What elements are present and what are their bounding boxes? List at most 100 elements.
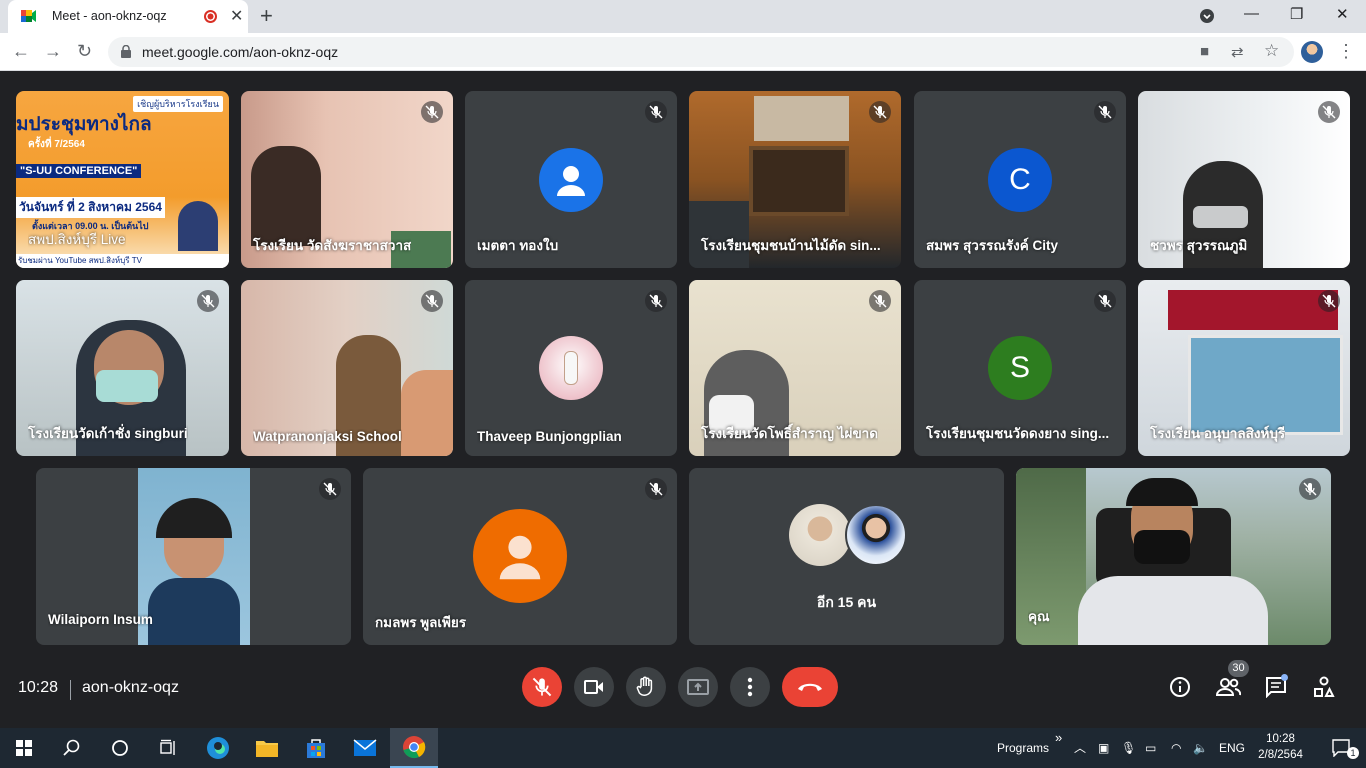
tab-search-icon[interactable] xyxy=(1199,8,1215,28)
participant-tile[interactable]: โรงเรียน วัดสังฆราชาสวาส xyxy=(241,91,453,268)
programs-toolbar[interactable]: Programs xyxy=(997,741,1049,755)
participant-tile[interactable]: Thaveep Bunjongplian xyxy=(465,280,677,456)
wifi-icon[interactable]: ◠ xyxy=(1171,741,1181,755)
others-tile[interactable]: อีก 15 คน xyxy=(689,468,1004,645)
minimize-icon[interactable]: — xyxy=(1244,5,1259,22)
cortana-button[interactable] xyxy=(96,728,144,768)
default-avatar xyxy=(539,148,603,212)
mic-muted-icon xyxy=(645,478,667,500)
divider xyxy=(70,680,71,700)
more-options-button[interactable] xyxy=(730,667,770,707)
slide-conference: "S-UU CONFERENCE" xyxy=(16,164,142,178)
new-tab-icon[interactable]: + xyxy=(260,3,273,29)
store-app[interactable] xyxy=(292,728,340,768)
hand-icon xyxy=(636,676,653,696)
close-tab-icon[interactable]: ✕ xyxy=(230,6,243,26)
system-clock[interactable]: 10:28 2/8/2564 xyxy=(1243,731,1318,763)
more-participants-label: อีก 15 คน xyxy=(816,594,877,610)
participants-button[interactable] xyxy=(1215,674,1241,700)
profile-avatar[interactable] xyxy=(1301,41,1323,63)
participant-tile[interactable]: ชวพร สุวรรณภูมิ xyxy=(1138,91,1350,268)
meeting-controls-bar: 10:28 aon-oknz-oqz 30 xyxy=(0,660,1366,728)
mic-muted-icon xyxy=(645,101,667,123)
participant-tile[interactable]: โรงเรียนวัดเก้าชั่ง singburi xyxy=(16,280,229,456)
meeting-code: aon-oknz-oqz xyxy=(82,679,179,696)
meeting-details-button[interactable] xyxy=(1167,674,1193,700)
browser-tab[interactable]: Meet - aon-oknz-oqz ✕ xyxy=(8,0,248,33)
chrome-menu-icon[interactable]: ⋮ xyxy=(1337,41,1355,62)
microphone-icon: 🎙 xyxy=(1121,741,1137,755)
leave-call-button[interactable] xyxy=(782,667,838,707)
participant-tile[interactable]: กมลพร พูลเพียร xyxy=(363,468,677,645)
activities-icon xyxy=(1314,676,1335,697)
close-window-icon[interactable]: ✕ xyxy=(1336,5,1349,23)
action-center-button[interactable]: 1 xyxy=(1318,728,1366,768)
restore-icon[interactable]: ❐ xyxy=(1290,5,1303,23)
participant-tile[interactable]: เมตตา ทองใบ xyxy=(465,91,677,268)
input-language[interactable]: ENG xyxy=(1219,741,1245,755)
raise-hand-button[interactable] xyxy=(626,667,666,707)
chrome-app[interactable] xyxy=(390,728,438,768)
participant-tile[interactable]: S โรงเรียนชุมชนวัดดงยาง sing... xyxy=(914,280,1126,456)
edge-app[interactable] xyxy=(194,728,242,768)
activities-button[interactable] xyxy=(1311,674,1337,700)
mic-muted-icon xyxy=(645,290,667,312)
camera-in-use-icon[interactable]: ■ xyxy=(1200,43,1209,60)
file-explorer-app[interactable] xyxy=(243,728,291,768)
mic-toggle-button[interactable] xyxy=(522,667,562,707)
clock-date: 2/8/2564 xyxy=(1258,749,1303,761)
toolbar-expand-icon[interactable]: » xyxy=(1055,730,1062,745)
mic-muted-icon xyxy=(421,101,443,123)
present-now-button[interactable] xyxy=(678,667,718,707)
slide-title: มประชุมทางไกล xyxy=(16,114,152,135)
participant-name: Thaveep Bunjongplian xyxy=(477,429,622,444)
recording-icon xyxy=(204,10,217,23)
participant-tile[interactable]: โรงเรียนวัดโพธิ์สำราญ ไผ่ขาด xyxy=(689,280,901,456)
participant-tile[interactable]: โรงเรียน อนุบาลสิงห์บุรี xyxy=(1138,280,1350,456)
camera-toggle-button[interactable] xyxy=(574,667,614,707)
mic-muted-icon xyxy=(1094,101,1116,123)
mic-muted-icon xyxy=(197,290,219,312)
participant-tile[interactable]: Watpranonjaksi School xyxy=(241,280,453,456)
meet-favicon-icon xyxy=(21,10,36,22)
participant-name: สพป.สิงห์บุรี Live xyxy=(28,232,126,247)
initial-avatar: S xyxy=(988,336,1052,400)
notification-count: 1 xyxy=(1347,747,1359,759)
mic-muted-icon xyxy=(1318,290,1340,312)
windows-taskbar: Programs » ︿ ▣ 🎙 ▭ ◠ 🔈 ENG 10:28 2/8/256… xyxy=(0,728,1366,768)
participant-tile[interactable]: โรงเรียนชุมชนบ้านไม้ดัด sin... xyxy=(689,91,901,268)
search-button[interactable] xyxy=(48,728,96,768)
bookmark-star-icon[interactable]: ☆ xyxy=(1264,41,1279,61)
network-device-icon: ▣ xyxy=(1098,741,1110,755)
participant-tile[interactable]: เชิญผู้บริหารโรงเรียน มประชุมทางไกล ครั้… xyxy=(16,91,229,268)
mic-muted-icon xyxy=(1094,290,1116,312)
participant-count-badge: 30 xyxy=(1228,660,1249,677)
participant-name: คุณ xyxy=(1028,609,1050,624)
forward-icon[interactable]: → xyxy=(44,41,62,62)
translate-icon[interactable]: ⇄ xyxy=(1231,43,1244,61)
reload-icon[interactable]: ↻ xyxy=(77,41,92,62)
mail-app[interactable] xyxy=(341,728,389,768)
participant-name: กมลพร พูลเพียร xyxy=(375,615,467,630)
task-view-icon xyxy=(160,739,175,755)
back-icon[interactable]: ← xyxy=(12,41,30,62)
info-icon xyxy=(1170,677,1190,697)
battery-icon[interactable]: ▭ xyxy=(1145,741,1156,755)
task-view-button[interactable] xyxy=(144,728,192,768)
store-icon xyxy=(307,739,325,758)
start-button[interactable] xyxy=(0,728,48,768)
chat-notification-dot xyxy=(1281,674,1288,681)
participant-tile[interactable]: Wilaiporn Insum xyxy=(36,468,351,645)
mic-muted-icon xyxy=(869,101,891,123)
folder-icon xyxy=(256,741,278,757)
participant-tile[interactable]: C สมพร สุวรรณรังค์ City xyxy=(914,91,1126,268)
slide-date: วันจันทร์ ที่ 2 สิงหาคม 2564 xyxy=(16,197,165,218)
default-avatar xyxy=(473,509,567,603)
self-tile[interactable]: คุณ xyxy=(1016,468,1331,645)
mic-muted-icon xyxy=(319,478,341,500)
volume-icon[interactable]: 🔈 xyxy=(1193,741,1208,755)
tray-overflow-icon[interactable]: ︿ xyxy=(1074,739,1086,756)
address-bar[interactable]: meet.google.com/aon-oknz-oqz ■ ⇄ ☆ xyxy=(108,37,1294,67)
slide-footer: รับชมผ่าน YouTube สพป.สิงห์บุรี TV xyxy=(16,254,229,268)
mic-muted-icon xyxy=(869,290,891,312)
